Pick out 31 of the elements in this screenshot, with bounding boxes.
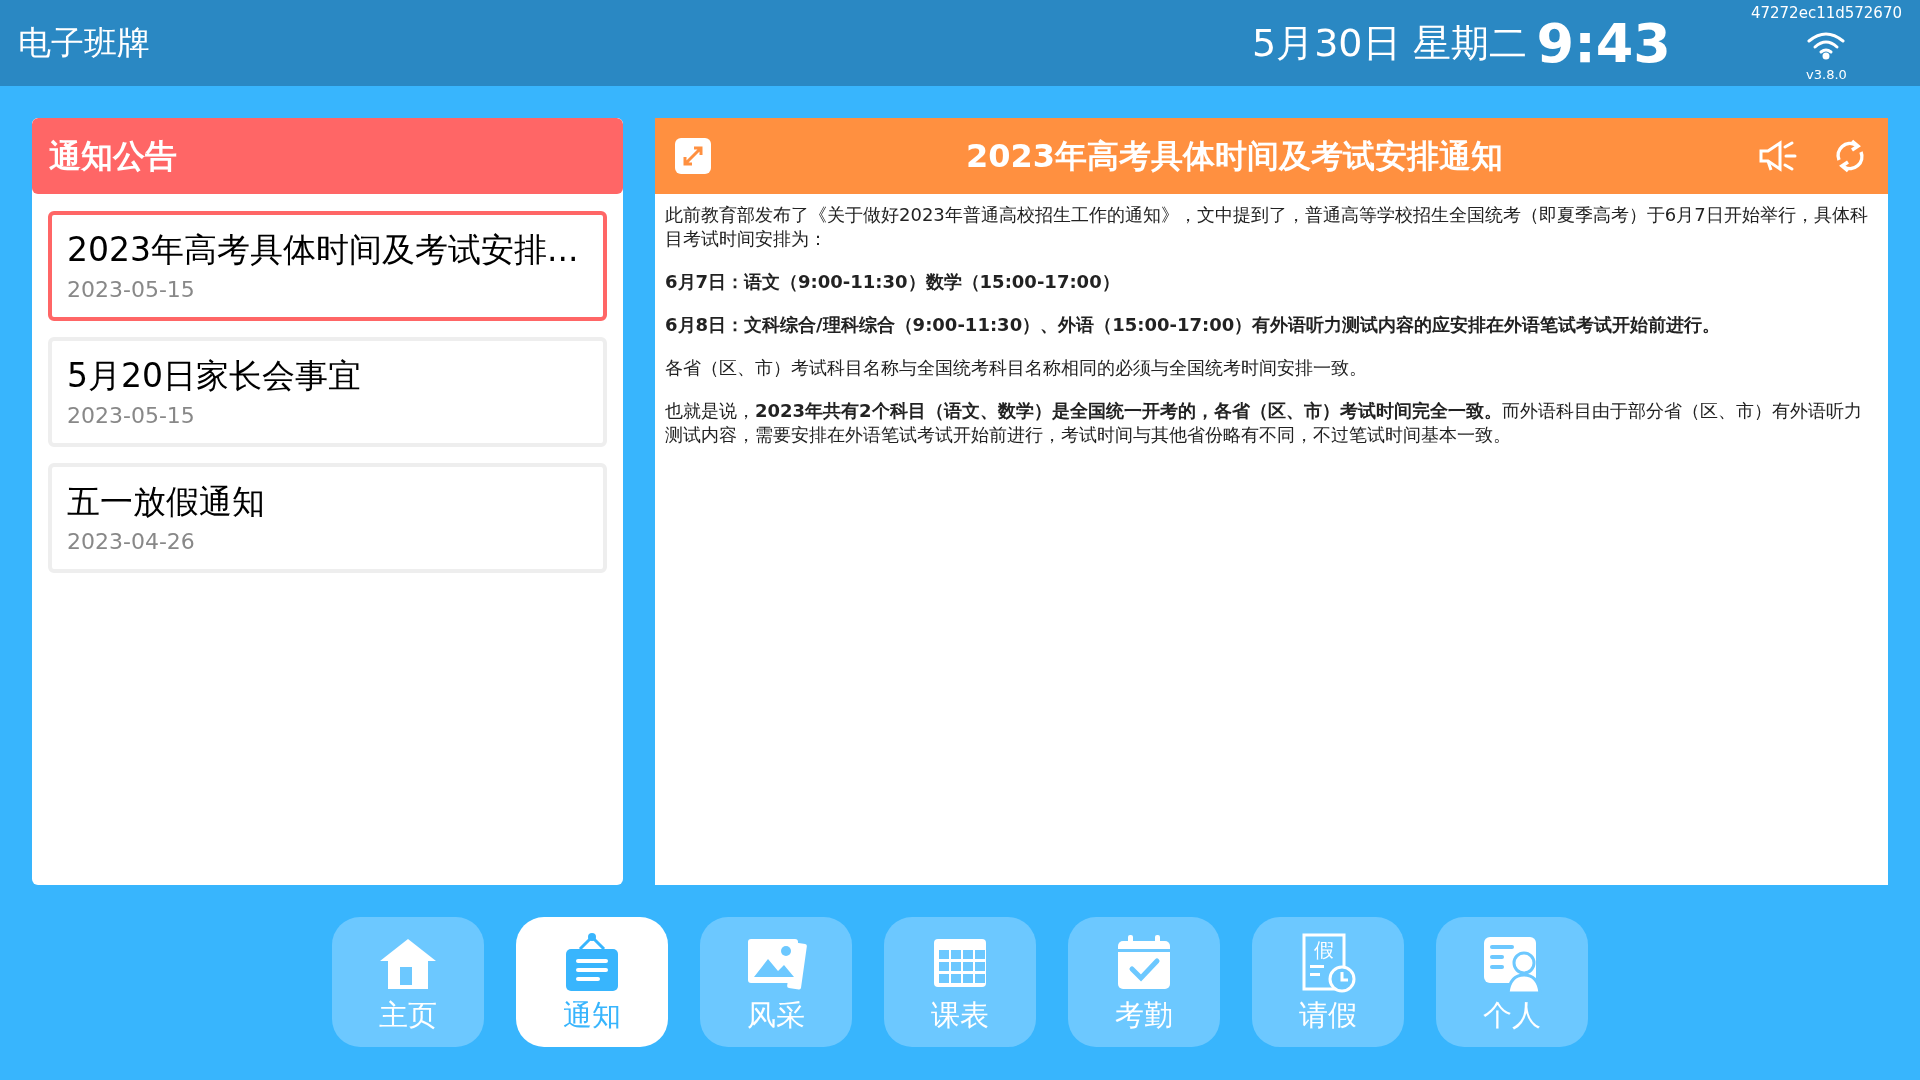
speaker-icon[interactable] <box>1758 139 1798 173</box>
paragraph: 也就是说，2023年共有2个科目（语文、数学）是全国统一开考的，各省（区、市）考试时间完全一致。而外语科目由于部分省（区、市）有外语听力测试内容，需要安排在外语笔试考试开始前进行，考试时间与其他省份略有不同，不过笔试时间基本一致。 <box>665 399 1863 447</box>
expand-icon[interactable] <box>675 138 711 174</box>
nav-button[interactable]: 课表 <box>884 917 1036 1047</box>
paragraph: 各省（区、市）考试科目名称与全国统考科目名称相同的必须与全国统考时间安排一致。 <box>665 356 1368 380</box>
notice-item[interactable]: 五一放假通知 2023-04-26 <box>48 463 607 573</box>
notice-title: 5月20日家长会事宜 <box>67 354 362 397</box>
notice-date: 2023-05-15 <box>67 401 196 430</box>
nav-button[interactable]: 个人 <box>1436 917 1588 1047</box>
notice-item[interactable]: 5月20日家长会事宜 2023-05-15 <box>48 337 607 447</box>
detail-title: 2023年高考具体时间及考试安排通知 <box>964 136 1505 177</box>
date-text: 5月30日 星期二 <box>1252 19 1527 67</box>
app-title: 电子班牌 <box>18 22 150 65</box>
notice-title: 2023年高考具体时间及考试安排... <box>67 228 580 271</box>
nav-button[interactable]: 假 请假 <box>1252 917 1404 1047</box>
paragraph: 此前教育部发布了《关于做好2023年普通高校招生工作的通知》，文中提到了，普通高等学校招生全国统考（即夏季高考）于6月7日开始举行，具体科目考试时间安排为： <box>665 203 1869 251</box>
nav-button[interactable]: 考勤 <box>1068 917 1220 1047</box>
panel-title: 通知公告 <box>49 136 177 177</box>
nav-button[interactable]: 主页 <box>332 917 484 1047</box>
paragraph: 6月7日：语文（9:00-11:30）数学（15:00-17:00） <box>665 270 1121 294</box>
clock-time: 9:43 <box>1536 10 1671 77</box>
version-text: v3.8.0 <box>1806 65 1847 84</box>
notice-item[interactable]: 2023年高考具体时间及考试安排... 2023-05-15 <box>48 211 607 321</box>
device-id: 47272ec11d572670 <box>1750 3 1902 24</box>
notice-date: 2023-05-15 <box>67 275 196 304</box>
wifi-icon <box>1806 29 1847 60</box>
nav-button[interactable]: 通知 <box>516 917 668 1047</box>
paragraph: 6月8日：文科综合/理科综合（9:00-11:30）、外语（15:00-17:00）有外语听力测试内容的应安排在外语笔试考试开始前进行。 <box>665 313 1722 337</box>
notice-date: 2023-04-26 <box>67 527 196 556</box>
notice-title: 五一放假通知 <box>67 480 266 523</box>
nav-button[interactable]: 风采 <box>700 917 852 1047</box>
